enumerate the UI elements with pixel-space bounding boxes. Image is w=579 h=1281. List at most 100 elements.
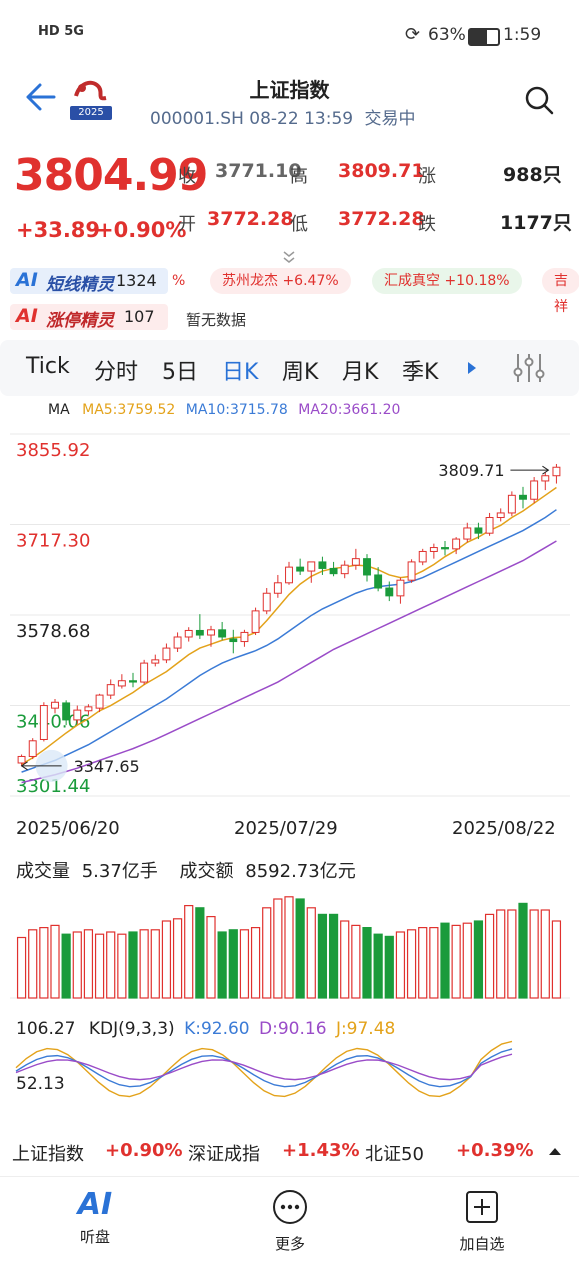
- volume-bar: [362, 926, 372, 999]
- candlestick-chart[interactable]: 3855.923717.303578.683440.063301.443809.…: [0, 420, 579, 820]
- no-data-text: 暂无数据: [186, 311, 247, 329]
- candle-body: [530, 480, 539, 500]
- nav-more[interactable]: 更多: [250, 1189, 330, 1254]
- ticker-chip[interactable]: 吉祥: [542, 268, 579, 315]
- expand-up-icon[interactable]: [548, 1146, 562, 1156]
- high-label: 高: [290, 166, 308, 187]
- candle-body: [519, 494, 527, 500]
- open-value: 3772.28: [207, 208, 294, 230]
- candle-body: [385, 587, 394, 597]
- tab-daily-k[interactable]: 日K: [222, 354, 258, 386]
- status-time: 1:59: [503, 25, 542, 45]
- ai-limit-up-label: 涨停精灵: [46, 311, 114, 331]
- volume-bar: [139, 929, 149, 999]
- candle-body: [296, 566, 305, 572]
- candle-body: [463, 527, 472, 540]
- search-icon[interactable]: [523, 84, 555, 116]
- down-count: 1177只: [500, 212, 572, 234]
- volume-bar: [351, 924, 361, 999]
- tab-5day[interactable]: 5日: [162, 354, 198, 386]
- candle-body: [318, 561, 327, 569]
- open-label: 开: [178, 214, 196, 235]
- candle-body: [329, 567, 338, 575]
- volume-chart[interactable]: [0, 846, 579, 1002]
- volume-bar: [295, 898, 305, 999]
- volume-bar: [306, 907, 316, 999]
- candle-body: [407, 561, 416, 581]
- ma10-line: [21, 509, 557, 773]
- nav-label: 听盘: [79, 1228, 110, 1246]
- candle-body: [552, 466, 561, 477]
- tab-monthly-k[interactable]: 月K: [342, 354, 378, 386]
- volume-bar: [540, 909, 550, 999]
- nav-listen[interactable]: AI 听盘: [55, 1187, 135, 1247]
- index-name: 上证指数: [12, 1144, 84, 1165]
- tab-quarterly-k[interactable]: 季K: [402, 354, 438, 386]
- volume-bar: [206, 915, 216, 999]
- status-bar: HD 5G ⟳ 63% 1:59: [0, 0, 579, 70]
- x-axis-label: 2025/06/20: [16, 818, 120, 839]
- ma-legend: MA MA5:3759.52 MA10:3715.78 MA20:3661.20: [48, 402, 400, 418]
- tab-weekly-k[interactable]: 周K: [282, 354, 318, 386]
- volume-bar: [61, 933, 71, 999]
- ai-short-term-label: 短线精灵: [46, 275, 114, 295]
- battery-percent: 63%: [428, 25, 466, 45]
- ticker-chip-partial[interactable]: %: [168, 268, 190, 294]
- add-watchlist-icon: [466, 1191, 498, 1223]
- volume-bar: [150, 929, 160, 999]
- volume-bar: [551, 920, 562, 999]
- volume-bar: [217, 931, 227, 999]
- volume-bar: [106, 931, 116, 999]
- ticker-chip[interactable]: 汇成真空 +10.18%: [372, 268, 522, 294]
- high-value: 3809.71: [338, 160, 425, 182]
- index-ticker-bar[interactable]: 上证指数 +0.90% 深证成指 +1.43% 北证50 +0.39%: [0, 1130, 579, 1174]
- candle-body: [173, 636, 182, 649]
- low-label: 低: [290, 214, 308, 235]
- volume-bar: [328, 913, 339, 999]
- volume-bar: [373, 933, 383, 999]
- volume-bar: [273, 898, 283, 999]
- volume-bar: [507, 909, 517, 999]
- candle-body: [351, 558, 360, 566]
- index-change: +0.39%: [456, 1140, 534, 1161]
- candle-body: [396, 579, 405, 597]
- candle-body: [140, 662, 149, 683]
- price-change: +33.89: [16, 218, 101, 242]
- tab-tick[interactable]: Tick: [26, 354, 70, 379]
- volume-bar: [195, 907, 205, 999]
- ai-short-term-badge[interactable]: AI 短线精灵 1324: [10, 268, 168, 295]
- volume-bar: [262, 907, 272, 999]
- candle-body: [28, 740, 37, 757]
- logo-year: 2025: [70, 106, 112, 120]
- candle-body: [17, 755, 26, 764]
- ticker-chip[interactable]: 苏州龙杰 +6.47%: [210, 268, 351, 294]
- nav-label: 更多: [274, 1235, 305, 1253]
- volume-bar: [83, 929, 94, 999]
- candle-body: [106, 684, 115, 696]
- candle-body: [84, 706, 93, 712]
- x-axis-label: 2025/07/29: [234, 818, 338, 839]
- candle-body: [474, 527, 483, 534]
- ma20-value: MA20:3661.20: [298, 402, 401, 418]
- ai-limit-up-badge[interactable]: AI 涨停精灵 107: [10, 304, 168, 331]
- chart-settings-icon[interactable]: [512, 352, 546, 384]
- ai-prefix: AI: [16, 269, 38, 291]
- candle-body: [218, 629, 227, 638]
- nav-add-watchlist[interactable]: 加自选: [442, 1189, 522, 1254]
- close-label: 收: [178, 166, 196, 187]
- tabs-more-arrow-icon[interactable]: [466, 360, 478, 376]
- period-tabs: Tick 分时 5日 日K 周K 月K 季K: [0, 340, 579, 396]
- tab-intraday[interactable]: 分时: [94, 354, 138, 386]
- expand-chevron-icon[interactable]: [282, 250, 296, 264]
- nav-label: 加自选: [459, 1235, 505, 1253]
- volume-bar: [406, 929, 417, 999]
- candle-body: [117, 680, 126, 687]
- candle-body: [184, 629, 193, 638]
- volume-bar: [418, 926, 428, 999]
- candle-body: [151, 659, 160, 664]
- ma5-value: MA5:3759.52: [82, 402, 176, 418]
- candle-body: [307, 561, 316, 572]
- candle-body: [73, 709, 82, 721]
- candle-body: [262, 592, 271, 612]
- kdj-chart[interactable]: [0, 1010, 579, 1110]
